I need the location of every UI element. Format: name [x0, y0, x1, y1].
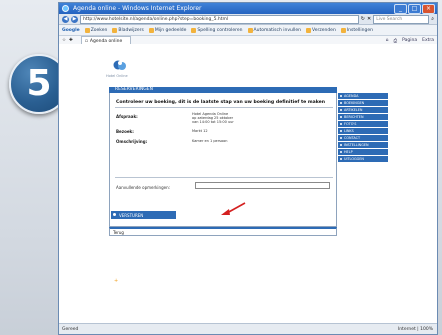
web-page: Hotel Online RESERVERINGEN Controleer uw… — [59, 44, 437, 323]
sidebar-item[interactable]: HELP — [338, 149, 388, 155]
page-heading: Controleer uw boeking, dit is de laatste… — [116, 100, 326, 105]
pointer-arrow-icon — [221, 202, 246, 215]
sidebar-item[interactable]: ARTIKELEN — [338, 107, 388, 113]
field-label: Omschrijving: — [116, 139, 148, 144]
back-link[interactable]: Terug — [109, 227, 337, 236]
sidebar-item[interactable]: CONTACT — [338, 135, 388, 141]
confirm-booking-button[interactable]: VERSTUREN — [111, 211, 176, 219]
toolbar-item-icon — [247, 27, 253, 33]
field-label: Bezoek: — [116, 129, 134, 134]
page-icon: ▫ — [84, 38, 88, 44]
footer-mark: + — [114, 278, 119, 284]
search-icon[interactable]: ⌕ — [431, 16, 434, 22]
field-label: Afspraak: — [116, 114, 138, 119]
home-icon[interactable]: ⌂ — [386, 38, 389, 44]
toolbar-item[interactable]: Mijn gedeelde — [148, 27, 186, 33]
favorites-star-icon[interactable]: ☆ — [62, 38, 66, 43]
window-title-bar: Agenda online - Windows Internet Explore… — [59, 3, 437, 14]
stop-icon[interactable]: ✕ — [367, 16, 371, 22]
browser-window: Agenda online - Windows Internet Explore… — [58, 2, 438, 335]
minimize-button[interactable]: _ — [394, 4, 407, 14]
toolbar-item[interactable]: Zoeken — [84, 27, 107, 33]
browser-search-input[interactable]: Live Search — [373, 14, 430, 24]
sidebar-item[interactable]: BERICHTEN — [338, 114, 388, 120]
command-bar: ⌂ ⎙ Pagina Extra — [386, 38, 434, 44]
toolbar-logo: Google — [62, 27, 80, 33]
toolbar-item[interactable]: Verzenden — [305, 27, 336, 33]
toolbar-item-icon — [191, 27, 197, 33]
url-field[interactable]: http://www.hotelsite.nl/agenda/online.ph… — [80, 14, 359, 24]
notes-input[interactable] — [195, 182, 330, 189]
tools-menu[interactable]: Extra — [422, 38, 434, 44]
sidebar-item[interactable]: FOTO'S — [338, 121, 388, 127]
maximize-button[interactable]: □ — [408, 4, 421, 14]
tutorial-background: 5 Agenda online - Windows Internet Explo… — [0, 0, 442, 335]
sidebar-item[interactable]: LINKS — [338, 128, 388, 134]
toolbar-item[interactable]: Instellingen — [340, 27, 373, 33]
field-value: Hotel Agenda Online op zaterdag 25 oktob… — [192, 112, 234, 125]
google-toolbar: Google Zoeken Bladwijzers Mijn gedeelde … — [59, 25, 437, 36]
window-title: Agenda online - Windows Internet Explore… — [73, 5, 202, 12]
add-favorite-icon[interactable]: ✚ — [69, 38, 73, 43]
divider — [115, 177, 333, 178]
field-value: Kamer en 1 persoon — [192, 139, 228, 143]
sidebar-item[interactable]: INSTELLINGEN — [338, 142, 388, 148]
toolbar-item[interactable]: Spelling controleren — [191, 27, 243, 33]
sidebar-item[interactable]: AGENDA — [338, 93, 388, 99]
address-bar: ◀ ▶ http://www.hotelsite.nl/agenda/onlin… — [59, 14, 437, 25]
divider — [115, 107, 333, 108]
back-arrow-icon[interactable]: ◀ — [62, 15, 69, 23]
toolbar-item-icon — [305, 27, 311, 33]
print-icon[interactable]: ⎙ — [394, 38, 398, 44]
toolbar-item[interactable]: Automatisch invullen — [247, 27, 301, 33]
sidebar-menu: AGENDA BOEKINGEN ARTIKELEN BERICHTEN FOT… — [338, 93, 388, 163]
forward-arrow-icon[interactable]: ▶ — [71, 15, 78, 23]
toolbar-item-icon — [112, 27, 118, 33]
site-logo — [113, 60, 126, 70]
toolbar-item-icon — [84, 27, 90, 33]
toolbar-item-icon — [148, 27, 154, 33]
note-label: Aanvullende opmerkingen: — [116, 185, 170, 190]
page-menu[interactable]: Pagina — [402, 38, 417, 44]
refresh-icon[interactable]: ↻ — [361, 16, 365, 22]
toolbar-item-icon — [340, 27, 346, 33]
security-zone: Internet | 100% — [397, 327, 433, 332]
booking-summary-panel: Controleer uw boeking, dit is de laatste… — [109, 93, 337, 227]
status-text: Gereed — [62, 327, 79, 332]
status-bar: Gereed Internet | 100% — [59, 323, 437, 334]
field-value: Markt 12 — [192, 129, 208, 133]
logo-text: Hotel Online — [106, 74, 128, 78]
sidebar-item[interactable]: UITLOGGEN — [338, 156, 388, 162]
sidebar-item[interactable]: BOEKINGEN — [338, 100, 388, 106]
window-controls: _ □ × — [394, 4, 435, 14]
close-button[interactable]: × — [422, 4, 435, 14]
toolbar-item[interactable]: Bladwijzers — [112, 27, 144, 33]
internet-explorer-icon — [62, 5, 69, 12]
bullet-icon — [113, 213, 116, 216]
